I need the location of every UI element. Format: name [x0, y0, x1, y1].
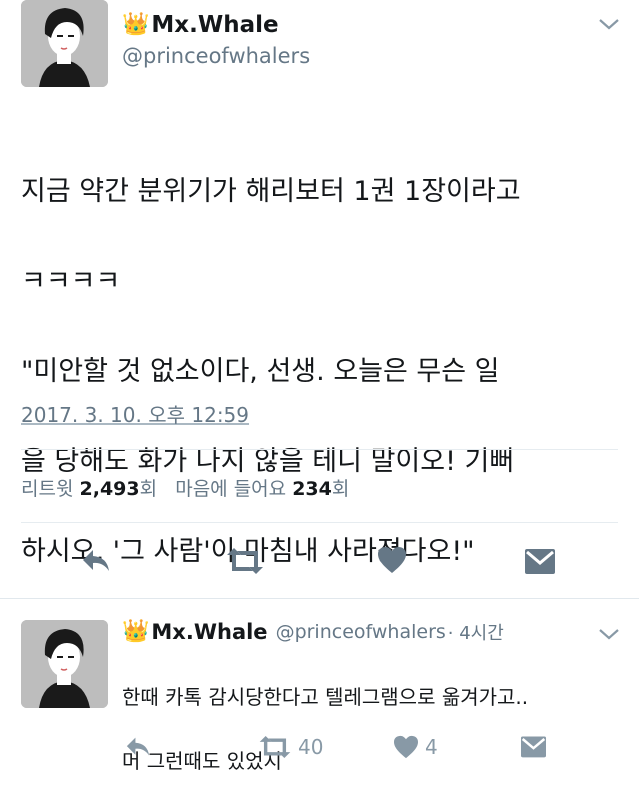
reply-text: 한때 카톡 감시당한다고 텔레그램으로 옮겨가고.. 머 그런때도 있었지 [122, 649, 632, 809]
handle[interactable]: @princeofwhalers [276, 621, 446, 643]
relative-time[interactable]: · 4시간 [448, 619, 504, 645]
engagement-stats: 리트윗 2,493회 마음에 들어요 234회 [21, 474, 349, 501]
heart-icon [394, 735, 418, 759]
author-name[interactable]: 👑 Mx.Whale [122, 12, 279, 38]
avatar-image [21, 620, 108, 708]
reply-icon [83, 550, 109, 571]
retweet-count: 40 [298, 735, 324, 759]
like-count[interactable]: 234 [292, 478, 332, 500]
reply-icon [126, 737, 150, 756]
reply-author-line: 👑 Mx.Whale @princeofwhalers · 4시간 [122, 619, 504, 645]
like-button[interactable] [377, 546, 407, 574]
retweet-button[interactable]: 40 [258, 735, 323, 759]
chevron-down-icon[interactable] [598, 16, 620, 35]
tweet-text: 지금 약간 분위기가 해리보터 1권 1장이라고 ㅋㅋㅋㅋ "미안할 것 없소이… [21, 124, 631, 619]
avatar[interactable] [21, 0, 108, 87]
divider [21, 522, 618, 523]
handle[interactable]: @princeofwhalers [122, 44, 310, 68]
reply-button[interactable] [124, 735, 152, 759]
crown-icon: 👑 [122, 619, 150, 644]
display-name[interactable]: Mx.Whale [151, 12, 278, 38]
retweet-count[interactable]: 2,493 [80, 478, 140, 500]
envelope-icon [521, 736, 546, 758]
display-name[interactable]: Mx.Whale [151, 620, 267, 644]
retweet-icon [227, 548, 263, 574]
tweet-line: 지금 약간 분위기가 해리보터 1권 1장이라고 [21, 176, 521, 207]
tweet-line: "미안할 것 없소이다, 선생. 오늘은 무슨 일 [21, 356, 500, 387]
like-count: 4 [425, 735, 438, 759]
retweet-button[interactable] [225, 547, 265, 575]
retweet-icon [259, 735, 291, 759]
section-divider [0, 598, 639, 599]
crown-icon: 👑 [122, 12, 150, 37]
divider [21, 449, 618, 450]
reply-button[interactable] [80, 547, 112, 575]
retweet-label[interactable]: 리트윗 [21, 478, 73, 500]
tweet-line: 한때 카톡 감시당한다고 텔레그램으로 옮겨가고.. [122, 685, 529, 709]
like-button[interactable]: 4 [393, 735, 438, 759]
tweet-line: 머 그런때도 있었지 [122, 749, 282, 773]
like-unit: 회 [331, 478, 350, 500]
tweet-line: ㅋㅋㅋㅋ [21, 266, 121, 297]
envelope-icon [525, 549, 555, 574]
heart-icon [378, 547, 406, 573]
avatar-image [21, 0, 108, 87]
timestamp-link[interactable]: 2017. 3. 10. 오후 12:59 [21, 399, 249, 428]
retweet-unit: 회 [139, 478, 158, 500]
message-button[interactable] [524, 546, 556, 576]
avatar[interactable] [21, 620, 108, 708]
message-button[interactable] [520, 734, 547, 759]
chevron-down-icon[interactable] [598, 626, 620, 645]
like-label[interactable]: 마음에 들어요 [175, 478, 286, 500]
